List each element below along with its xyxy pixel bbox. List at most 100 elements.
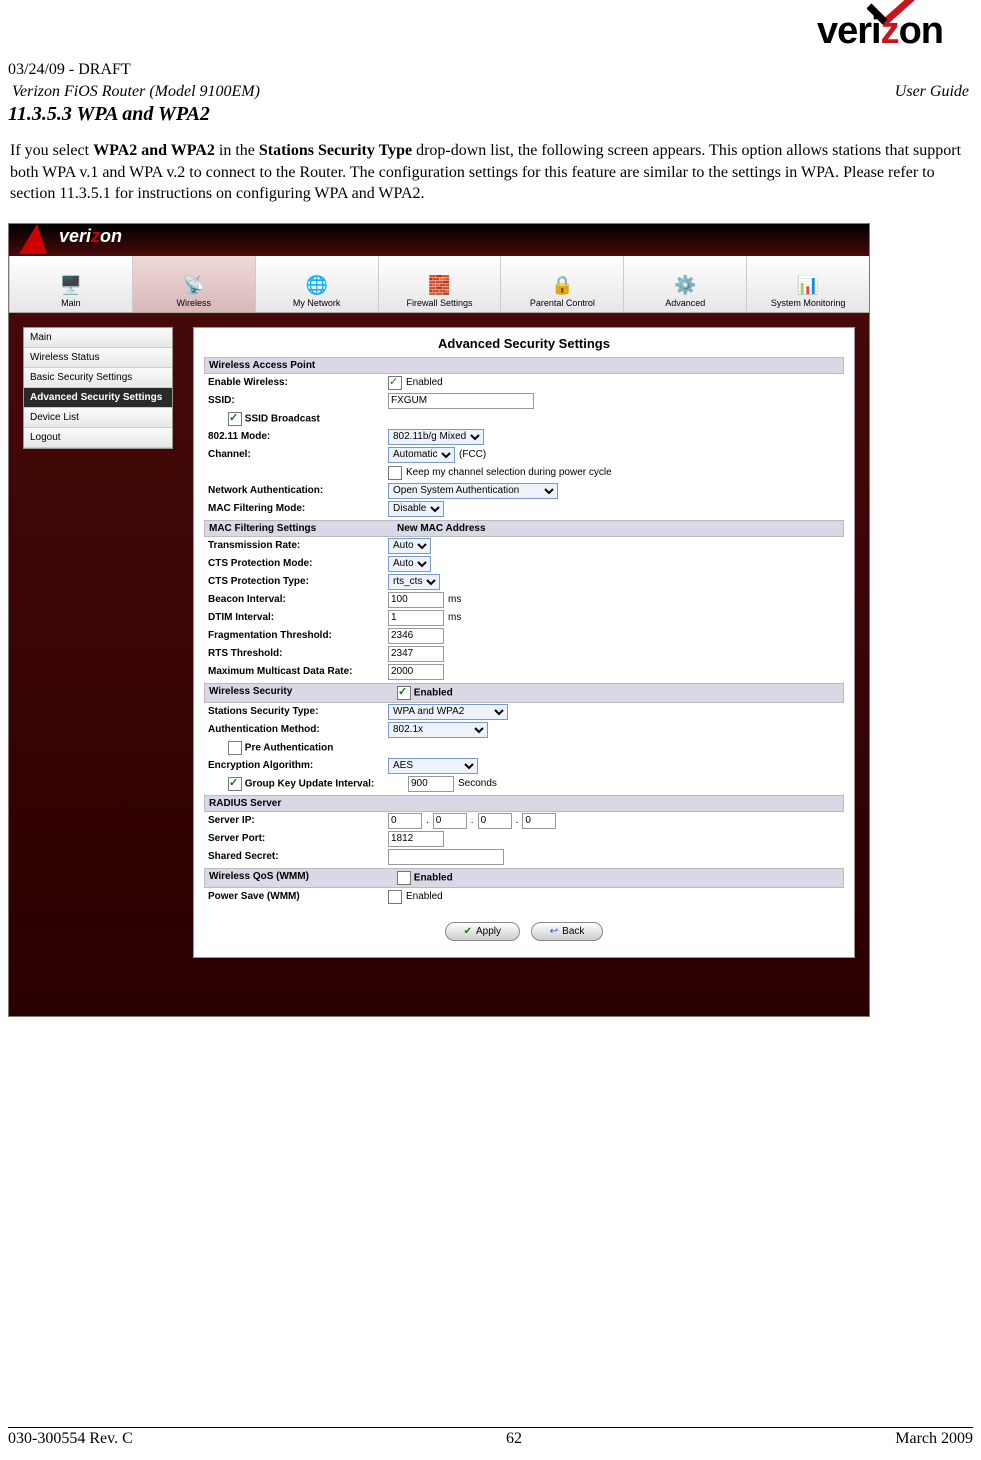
apply-button[interactable]: ✔Apply [445,922,520,941]
apply-icon: ✔ [464,926,472,937]
label-ssid: SSID: [208,395,388,406]
page-footer: 030-300554 Rev. C 62 March 2009 [8,1427,973,1448]
tab-firewall[interactable]: 🧱Firewall Settings [378,256,501,312]
label-dtim: DTIM Interval: [208,612,388,623]
footer-left: 030-300554 Rev. C [8,1430,133,1448]
input-server-ip-3[interactable] [478,813,512,829]
body-paragraph: If you select WPA2 and WPA2 in the Stati… [10,140,971,205]
sidebar-item-basic-security[interactable]: Basic Security Settings [24,368,172,388]
ui-topbar: verizon [9,224,869,256]
tab-wireless[interactable]: 📡Wireless [132,256,255,312]
label-mac-filter-mode: MAC Filtering Mode: [208,503,388,514]
content-panel: Advanced Security Settings Wireless Acce… [193,327,855,958]
label-shared-secret: Shared Secret: [208,851,388,862]
select-auth-method[interactable]: 802.1x [388,722,488,738]
select-tx-rate[interactable]: Auto [388,538,431,554]
input-server-ip-4[interactable] [522,813,556,829]
sidebar-item-main[interactable]: Main [24,328,172,348]
tab-advanced[interactable]: ⚙️Advanced [623,256,746,312]
lock-icon: 🔒 [551,275,573,296]
label-rts: RTS Threshold: [208,648,388,659]
draft-date: 03/24/09 - DRAFT [8,61,973,79]
nav-tabs: 🖥️Main 📡Wireless 🌐My Network 🧱Firewall S… [9,256,869,313]
label-auth-method: Authentication Method: [208,724,388,735]
section-mac-filtering: MAC Filtering SettingsNew MAC Address [204,520,844,537]
input-frag[interactable] [388,628,444,644]
back-icon: ↩ [550,926,558,937]
network-icon: 🌐 [305,275,327,296]
input-server-ip-2[interactable] [433,813,467,829]
doc-type: User Guide [895,83,969,101]
sidebar-item-wireless-status[interactable]: Wireless Status [24,348,172,368]
label-cts-mode: CTS Protection Mode: [208,558,388,569]
label-server-port: Server Port: [208,833,388,844]
content-title: Advanced Security Settings [204,336,844,351]
checkbox-ssid-broadcast[interactable] [228,412,242,426]
select-mac-filter-mode[interactable]: Disable [388,501,444,517]
tab-system-monitoring[interactable]: 📊System Monitoring [746,256,869,312]
checkbox-wsec-enabled[interactable] [397,686,411,700]
model-name: Verizon FiOS Router (Model 9100EM) [12,83,260,101]
label-network-auth: Network Authentication: [208,485,388,496]
checkbox-group-key[interactable] [228,777,242,791]
label-frag: Fragmentation Threshold: [208,630,388,641]
label-power-save: Power Save (WMM) [208,891,388,902]
input-dtim[interactable] [388,610,444,626]
tab-my-network[interactable]: 🌐My Network [255,256,378,312]
main-icon: 🖥️ [60,275,82,296]
sidebar-item-advanced-security[interactable]: Advanced Security Settings [24,388,172,408]
select-channel[interactable]: Automatic [388,447,455,463]
check-icon [867,0,927,28]
checkbox-power-save[interactable] [388,890,402,904]
footer-right: March 2009 [895,1430,973,1448]
firewall-icon: 🧱 [428,275,450,296]
gear-icon: ⚙️ [674,275,696,296]
input-server-ip-1[interactable] [388,813,422,829]
label-stations-type: Stations Security Type: [208,706,388,717]
label-cts-type: CTS Protection Type: [208,576,388,587]
tab-main[interactable]: 🖥️Main [9,256,132,312]
sidebar: Main Wireless Status Basic Security Sett… [23,327,173,449]
input-group-key-interval[interactable] [408,776,454,792]
checkbox-qos-enabled[interactable] [397,871,411,885]
section-title-text: WPA and WPA2 [77,103,210,125]
input-server-port[interactable] [388,831,444,847]
label-enc-alg: Encryption Algorithm: [208,760,388,771]
checkbox-enable-wireless[interactable] [388,376,402,390]
select-network-auth[interactable]: Open System Authentication [388,483,558,499]
footer-center: 62 [506,1430,522,1448]
select-cts-type[interactable]: rts_cts [388,574,440,590]
section-wireless-security: Wireless Security Enabled [204,683,844,703]
sidebar-item-device-list[interactable]: Device List [24,408,172,428]
input-rts[interactable] [388,646,444,662]
label-tx-rate: Transmission Rate: [208,540,388,551]
ui-brand-logo: verizon [59,226,122,247]
verizon-logo-header: verizon [8,10,973,53]
label-beacon: Beacon Interval: [208,594,388,605]
section-number: 11.3.5.3 [8,103,72,125]
monitor-icon: 📊 [797,275,819,296]
button-row: ✔Apply ↩Back [204,922,844,941]
select-enc-alg[interactable]: AES [388,758,478,774]
select-cts-mode[interactable]: Auto [388,556,431,572]
section-radius: RADIUS Server [204,795,844,812]
label-channel: Channel: [208,449,388,460]
input-beacon[interactable] [388,592,444,608]
input-shared-secret[interactable] [388,849,504,865]
section-wireless-qos: Wireless QoS (WMM) Enabled [204,868,844,888]
select-stations-security-type[interactable]: WPA and WPA2 [388,704,508,720]
checkbox-keep-channel[interactable] [388,466,402,480]
input-mcast[interactable] [388,664,444,680]
label-server-ip: Server IP: [208,815,388,826]
back-button[interactable]: ↩Back [531,922,604,941]
checkbox-pre-auth[interactable] [228,741,242,755]
section-wireless-ap: Wireless Access Point [204,357,844,374]
input-ssid[interactable] [388,393,534,409]
sidebar-item-logout[interactable]: Logout [24,428,172,448]
tab-parental[interactable]: 🔒Parental Control [500,256,623,312]
select-80211-mode[interactable]: 802.11b/g Mixed [388,429,484,445]
router-ui-screenshot: verizon 🖥️Main 📡Wireless 🌐My Network 🧱Fi… [8,223,870,1017]
label-80211-mode: 802.11 Mode: [208,431,388,442]
label-mcast: Maximum Multicast Data Rate: [208,666,388,677]
label-enable-wireless: Enable Wireless: [208,377,388,388]
